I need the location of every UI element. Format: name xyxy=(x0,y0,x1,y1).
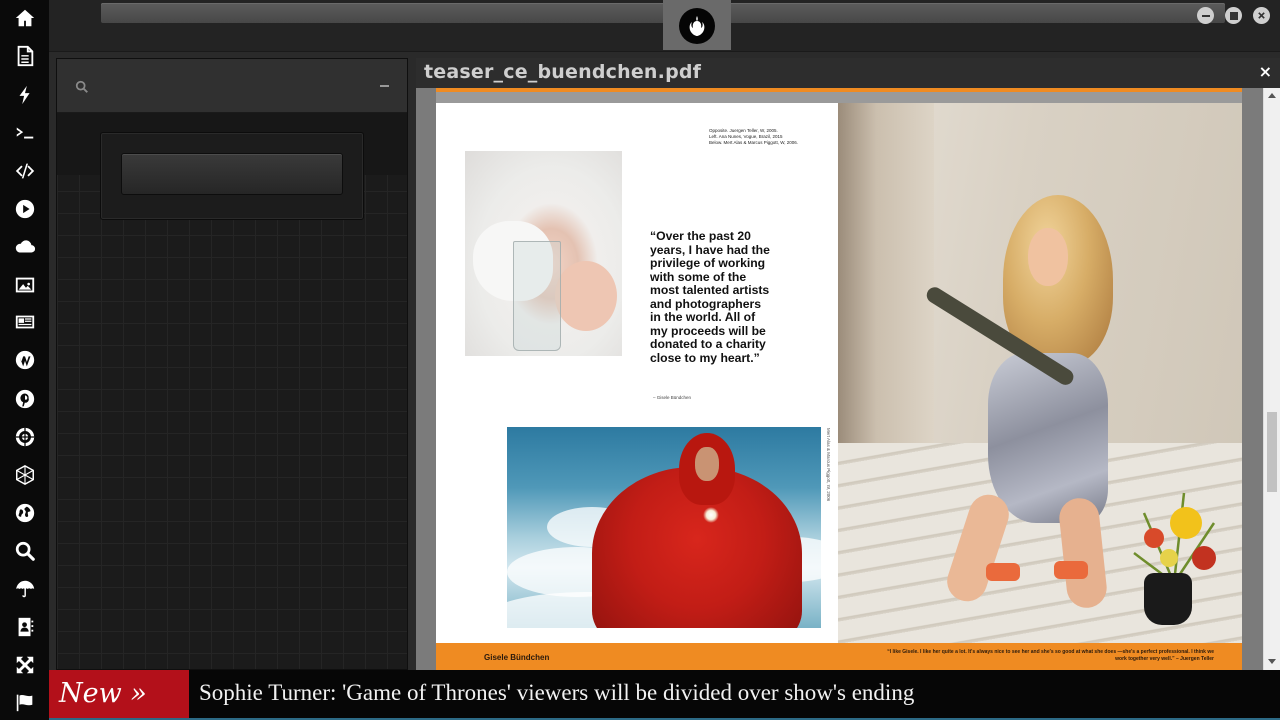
terminal-icon[interactable] xyxy=(12,120,38,146)
contacts-icon[interactable] xyxy=(12,614,38,640)
photo-red-coat xyxy=(507,427,821,628)
cloud-icon[interactable] xyxy=(12,234,38,260)
pinterest-icon[interactable] xyxy=(12,386,38,412)
ticker-headline[interactable]: Sophie Turner: 'Game of Thrones' viewers… xyxy=(199,670,914,718)
pdf-page: Opposite. Juergen Teller, W, 2005. Left.… xyxy=(436,88,1242,670)
photo-crocodile-portrait xyxy=(838,103,1242,643)
move-arrows-icon[interactable] xyxy=(12,652,38,678)
hexagon-network-icon[interactable] xyxy=(12,462,38,488)
search-icon[interactable] xyxy=(75,79,89,93)
umbrella-icon[interactable] xyxy=(12,576,38,602)
home-tab[interactable] xyxy=(663,0,731,50)
viewer-header: teaser_ce_buendchen.pdf × xyxy=(416,58,1280,88)
photo-glass-portrait xyxy=(465,151,622,356)
maximize-icon[interactable] xyxy=(1225,7,1242,24)
image-icon[interactable] xyxy=(12,272,38,298)
close-viewer-button[interactable]: × xyxy=(1259,62,1272,81)
pull-quote: “Over the past 20 years, I have had the … xyxy=(650,229,770,365)
newspaper-icon[interactable] xyxy=(12,309,38,335)
code-icon[interactable] xyxy=(12,158,38,184)
page-separator xyxy=(436,92,1242,103)
panel-button[interactable] xyxy=(121,153,343,195)
app-icon-sidebar xyxy=(0,0,49,720)
panel-header xyxy=(57,59,407,113)
ticker-badge[interactable]: New » xyxy=(49,670,189,718)
empire-icon[interactable] xyxy=(12,424,38,450)
vertical-scrollbar[interactable] xyxy=(1263,88,1280,670)
footer-name: Gisele Bündchen xyxy=(484,653,550,662)
scroll-down-icon[interactable] xyxy=(1268,659,1276,664)
close-icon[interactable] xyxy=(1253,7,1270,24)
footer-quote: “I like Gisele. I like her quite a lot. … xyxy=(884,649,1214,663)
scrollbar-thumb[interactable] xyxy=(1267,412,1277,492)
pdf-viewer: teaser_ce_buendchen.pdf × Opposite. Juer… xyxy=(416,58,1280,670)
lightning-icon[interactable] xyxy=(12,82,38,108)
news-ticker: New » Sophie Turner: 'Game of Thrones' v… xyxy=(49,670,1280,720)
page-footer: Gisele Bündchen “I like Gisele. I like h… xyxy=(436,643,1242,670)
photo-credits: Opposite. Juergen Teller, W, 2005. Left.… xyxy=(709,128,829,146)
home-icon[interactable] xyxy=(12,5,38,31)
app-window: teaser_ce_buendchen.pdf × Opposite. Juer… xyxy=(0,0,1280,720)
minus-icon[interactable] xyxy=(380,85,389,87)
quote-attribution: – Gisele Bündchen xyxy=(653,395,692,400)
rebel-alliance-icon xyxy=(679,8,715,44)
search-icon[interactable] xyxy=(12,538,38,564)
minimize-icon[interactable] xyxy=(1197,7,1214,24)
footer-quote-attribution: – Juergen Teller xyxy=(1176,656,1214,662)
globe-icon[interactable] xyxy=(12,500,38,526)
document-title: teaser_ce_buendchen.pdf xyxy=(424,61,702,83)
wordpress-icon[interactable] xyxy=(12,347,38,373)
panel-card xyxy=(100,132,364,220)
top-bar xyxy=(49,0,1280,52)
document-icon[interactable] xyxy=(12,43,38,69)
credit-line: Below. Mert Alas & Marcus Piggott, W, 20… xyxy=(709,140,799,145)
footer-quote-text: “I like Gisele. I like her quite a lot. … xyxy=(887,649,1214,662)
vertical-credit: Mert Alas & Marcus Piggott, W, 2006 xyxy=(826,428,831,502)
left-panel xyxy=(56,58,408,670)
play-icon[interactable] xyxy=(12,196,38,222)
flag-icon[interactable] xyxy=(12,689,38,715)
scroll-up-icon[interactable] xyxy=(1268,93,1276,98)
